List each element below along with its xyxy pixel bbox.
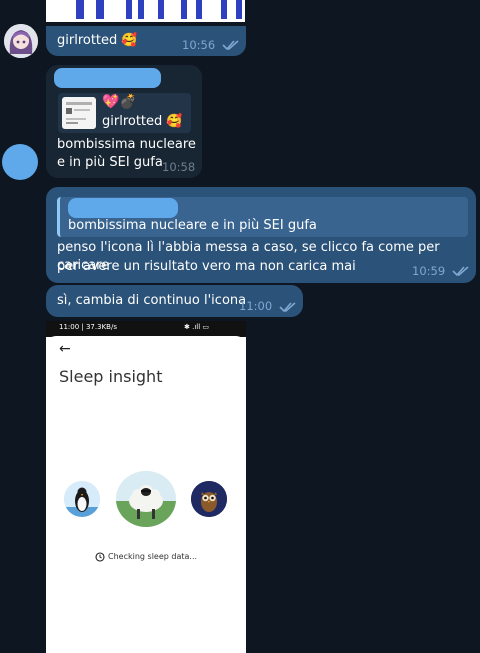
loading-clock-icon [95, 552, 105, 562]
reply-text: bombissima nucleare e in più SEI gufa [68, 218, 317, 233]
image-strip-top[interactable] [46, 0, 245, 22]
message-text: girlrotted 🥰 [57, 33, 138, 48]
sender-name-redacted [54, 68, 161, 88]
message-bubble-outgoing[interactable]: bombissima nucleare e in più SEI gufa pe… [46, 187, 476, 283]
back-arrow-icon[interactable]: ← [59, 341, 71, 357]
screenshot-image[interactable]: 11:00 | 37.3KB/s ✱ .ıll ▭ ← Sleep insigh… [46, 321, 246, 653]
message-bubble-outgoing[interactable]: sì, cambia di continuo l'icona 11:00 [46, 285, 303, 317]
bars-image [76, 0, 242, 19]
loading-text: Checking sleep data... [108, 552, 198, 561]
sheep-icon[interactable] [116, 471, 176, 527]
reply-thumbnail [62, 97, 96, 129]
message-bubble-outgoing[interactable]: girlrotted 🥰 10:56 [46, 26, 246, 56]
avatar[interactable] [2, 144, 38, 180]
read-checks-icon [222, 40, 239, 50]
reply-text: girlrotted 🥰 [102, 114, 183, 129]
status-left: 11:00 | 37.3KB/s [59, 323, 117, 331]
message-line-1: bombissima nucleare [57, 137, 196, 152]
message-time: 10:58 [162, 160, 196, 174]
thumbnail-image [66, 102, 92, 124]
message-time: 11:00 [239, 299, 273, 313]
reply-preview[interactable]: 💖💣 girlrotted 🥰 [58, 93, 191, 133]
avatar[interactable] [4, 24, 38, 58]
message-text: sì, cambia di continuo l'icona [57, 293, 247, 308]
reply-emoji: 💖💣 [102, 94, 137, 110]
message-line-2: e in più SEI gufa [57, 155, 163, 170]
owl-image [191, 481, 227, 517]
status-right: ✱ .ıll ▭ [184, 323, 209, 331]
message-line-2: per avere un risultato vero ma non caric… [57, 259, 356, 274]
read-checks-icon [452, 266, 469, 276]
reply-sender-redacted [68, 198, 178, 218]
message-time: 10:56 [182, 38, 216, 52]
read-checks-icon [279, 302, 296, 312]
penguin-image [64, 481, 100, 517]
penguin-icon[interactable] [64, 481, 100, 517]
anime-avatar-icon [4, 24, 38, 58]
page-title: Sleep insight [59, 367, 163, 386]
owl-icon[interactable] [191, 481, 227, 517]
reply-preview[interactable]: bombissima nucleare e in più SEI gufa [57, 197, 468, 237]
sheep-image [116, 471, 176, 527]
message-bubble-incoming[interactable]: 💖💣 girlrotted 🥰 bombissima nucleare e in… [46, 65, 202, 178]
phone-status-bar: 11:00 | 37.3KB/s ✱ .ıll ▭ [46, 321, 246, 337]
message-time: 10:59 [412, 264, 446, 278]
